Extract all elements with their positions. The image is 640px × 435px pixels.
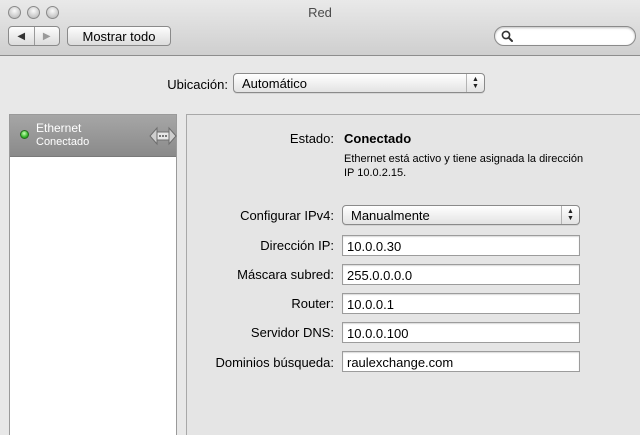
subnet-mask-field[interactable] (342, 264, 580, 285)
status-label: Estado: (289, 131, 334, 146)
window-title: Red (308, 5, 332, 20)
router-field[interactable] (342, 293, 580, 314)
service-list: Ethernet Conectado (9, 114, 177, 435)
location-value: Automático (242, 76, 308, 91)
forward-button[interactable]: ▶ (33, 27, 60, 45)
forward-arrow-icon: ▶ (42, 30, 51, 42)
router-label: Router: (291, 296, 334, 311)
ipv4-label: Configurar IPv4: (240, 208, 334, 223)
service-item-ethernet[interactable]: Ethernet Conectado (10, 115, 177, 157)
search-domains-input[interactable] (343, 352, 579, 371)
router-input[interactable] (343, 294, 579, 313)
dns-server-label: Servidor DNS: (250, 325, 334, 340)
status-description: Ethernet está activo y tiene asignada la… (344, 153, 584, 179)
service-status: Conectado (36, 136, 90, 148)
ip-address-label: Dirección IP: (260, 238, 334, 253)
back-arrow-icon: ◀ (17, 30, 26, 42)
ip-address-input[interactable] (343, 236, 579, 255)
ip-address-field[interactable] (342, 235, 580, 256)
window-toolbar: Red ◀ ▶ Mostrar todo (0, 0, 640, 56)
search-input[interactable] (515, 28, 631, 44)
dns-server-field[interactable] (342, 322, 580, 343)
back-forward-control: ◀ ▶ (8, 26, 60, 46)
popup-arrows-icon: ▲ ▼ (466, 74, 484, 92)
status-led-icon (20, 130, 29, 139)
subnet-mask-input[interactable] (343, 265, 579, 284)
status-value: Conectado (344, 131, 412, 146)
search-field[interactable] (494, 26, 636, 46)
dns-server-input[interactable] (343, 323, 579, 342)
search-domains-label: Dominios búsqueda: (215, 355, 334, 370)
back-button[interactable]: ◀ (9, 27, 34, 45)
ethernet-icon (149, 126, 177, 146)
popup-arrows-icon: ▲ ▼ (561, 206, 579, 224)
location-label: Ubicación: (167, 77, 228, 92)
service-name: Ethernet (36, 121, 82, 135)
ipv4-popup[interactable]: Manualmente ▲ ▼ (342, 205, 580, 225)
search-icon (501, 30, 513, 42)
show-all-button[interactable]: Mostrar todo (67, 26, 171, 46)
search-domains-field[interactable] (342, 351, 580, 372)
location-popup[interactable]: Automático ▲ ▼ (233, 73, 485, 93)
subnet-mask-label: Máscara subred: (237, 267, 334, 282)
ipv4-value: Manualmente (351, 208, 430, 223)
